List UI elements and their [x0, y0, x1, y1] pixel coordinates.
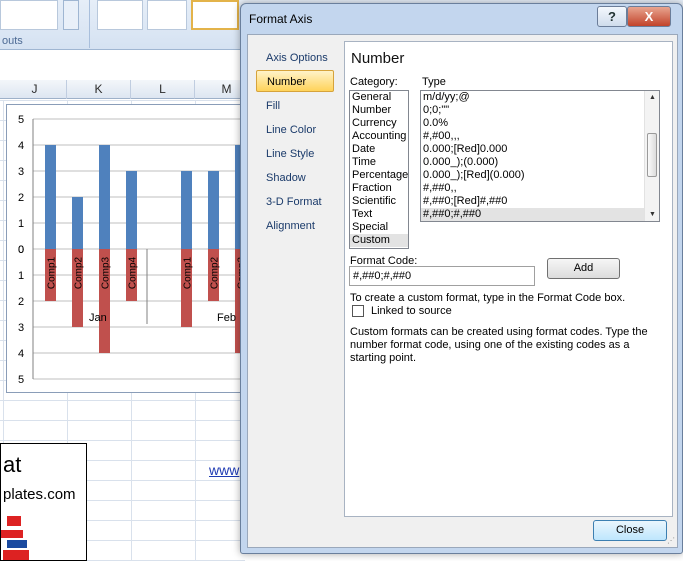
chart-layout-thumb[interactable] — [0, 0, 58, 30]
close-button[interactable]: Close — [593, 520, 667, 541]
type-item[interactable]: 0.000_);[Red](0.000) — [421, 169, 659, 182]
format-axis-dialog: Format Axis ? X Axis Options Number Fill… — [240, 3, 683, 554]
category-item[interactable]: Scientific — [350, 195, 408, 208]
nav-axis-options[interactable]: Axis Options — [256, 47, 334, 69]
type-item[interactable]: 0.000;[Red]0.000 — [421, 143, 659, 156]
nav-number[interactable]: Number — [256, 70, 334, 92]
bar-top — [72, 197, 83, 249]
nav-line-color[interactable]: Line Color — [256, 119, 334, 141]
ribbon-separator — [89, 0, 90, 48]
category-item[interactable]: Date — [350, 143, 408, 156]
y-tick-label: 3 — [18, 166, 24, 178]
custom-format-hint: Custom formats can be created using form… — [350, 326, 648, 364]
column-headers: J K L M — [0, 80, 259, 99]
y-tick-label: 3 — [18, 322, 24, 334]
website-link[interactable]: www — [209, 462, 239, 478]
type-item[interactable]: 0.000_);(0.000) — [421, 156, 659, 169]
chart-style-thumb[interactable] — [97, 0, 143, 30]
dialog-panel: Axis Options Number Fill Line Color Line… — [247, 34, 678, 548]
ribbon-group-label: outs — [2, 35, 23, 47]
y-tick-label: 2 — [18, 192, 24, 204]
category-label: Comp3 — [101, 256, 112, 289]
type-list[interactable]: m/d/yy;@ 0;0;"" 0.0% #,#00,,, 0.000;[Red… — [420, 90, 660, 222]
type-item[interactable]: #,#00,,, — [421, 130, 659, 143]
logo-icon — [1, 516, 29, 560]
type-item[interactable]: m/d/yy;@ — [421, 91, 659, 104]
category-label: Category: — [350, 76, 398, 88]
category-item-selected[interactable]: Custom — [350, 234, 408, 247]
template-subtitle: plates.com — [3, 486, 76, 503]
dialog-title: Format Axis — [249, 12, 313, 26]
linked-to-source-checkbox[interactable] — [352, 305, 364, 317]
nav-3d-format[interactable]: 3-D Format — [256, 191, 334, 213]
scroll-up-arrow-icon[interactable]: ▲ — [649, 94, 656, 101]
group-label: Jan — [89, 312, 107, 324]
category-label: Comp2 — [210, 256, 221, 289]
category-label: Comp1 — [183, 256, 194, 289]
type-item-selected[interactable]: #,##0;#,##0 — [421, 208, 659, 221]
category-label: Comp2 — [74, 256, 85, 289]
bar-top — [45, 145, 56, 249]
category-item[interactable]: Accounting — [350, 130, 408, 143]
nav-line-style[interactable]: Line Style — [256, 143, 334, 165]
column-header[interactable]: J — [3, 80, 67, 99]
category-label: Comp1 — [47, 256, 58, 289]
chart-style-thumb[interactable] — [147, 0, 187, 30]
nav-shadow[interactable]: Shadow — [256, 167, 334, 189]
category-item[interactable]: Special — [350, 221, 408, 234]
category-item[interactable]: Time — [350, 156, 408, 169]
scroll-down-arrow-icon[interactable]: ▼ — [649, 211, 656, 218]
type-label: Type — [422, 76, 446, 88]
y-tick-label: 4 — [18, 348, 24, 360]
linked-to-source-label[interactable]: Linked to source — [371, 305, 452, 317]
type-item[interactable]: #,##0,, — [421, 182, 659, 195]
ribbon-gallery-scroll[interactable] — [63, 0, 79, 30]
category-item[interactable]: Percentage — [350, 169, 408, 182]
category-item[interactable]: Text — [350, 208, 408, 221]
type-list-scrollbar[interactable]: ▲ ▼ — [644, 91, 659, 221]
category-list[interactable]: General Number Currency Accounting Date … — [349, 90, 409, 249]
category-item[interactable]: General — [350, 91, 408, 104]
type-item[interactable]: #,##0;[Red]#,##0 — [421, 195, 659, 208]
group-label: Feb — [217, 312, 236, 324]
y-tick-label: 5 — [18, 114, 24, 126]
format-code-hint: To create a custom format, type in the F… — [350, 292, 626, 304]
y-tick-label: 1 — [18, 218, 24, 230]
category-item[interactable]: Number — [350, 104, 408, 117]
y-tick-label: 5 — [18, 374, 24, 386]
column-header[interactable]: K — [67, 80, 131, 99]
help-icon[interactable]: ? — [597, 6, 627, 27]
y-tick-label: 4 — [18, 140, 24, 152]
chart-style-thumb-selected[interactable] — [191, 0, 239, 30]
nav-fill[interactable]: Fill — [256, 95, 334, 117]
y-tick-label: 1 — [18, 270, 24, 282]
column-header[interactable]: L — [131, 80, 195, 99]
category-item[interactable]: Currency — [350, 117, 408, 130]
y-tick-label: 2 — [18, 296, 24, 308]
number-pane: Number Category: Type General Number Cur… — [344, 41, 673, 517]
type-item[interactable]: 0.0% — [421, 117, 659, 130]
dialog-nav: Axis Options Number Fill Line Color Line… — [256, 43, 338, 253]
category-item[interactable]: Fraction — [350, 182, 408, 195]
template-box: at plates.com — [0, 443, 87, 561]
embedded-chart[interactable]: 5 4 3 2 1 0 0 1 2 3 4 5 Comp1 Comp2 Comp3 Comp4 Comp1 Com… — [6, 104, 251, 393]
category-label: Comp4 — [128, 256, 139, 289]
format-code-input[interactable] — [349, 266, 535, 286]
chart-svg: 543210012345Comp1 Comp2 Comp3 Comp4 Comp1 Com… — [18, 114, 251, 386]
resize-grip-icon[interactable]: ⋰ — [667, 536, 675, 545]
bar-top — [126, 171, 137, 249]
close-icon[interactable]: X — [627, 6, 671, 27]
type-item[interactable]: 0;0;"" — [421, 104, 659, 117]
bar-top — [181, 171, 192, 249]
scroll-thumb[interactable] — [647, 133, 657, 177]
add-button[interactable]: Add — [547, 258, 620, 279]
bar-top — [99, 145, 110, 249]
y-tick-label: 0 — [18, 244, 24, 256]
template-title: at — [3, 452, 22, 477]
section-title: Number — [351, 50, 405, 67]
nav-alignment[interactable]: Alignment — [256, 215, 334, 237]
bar-top — [208, 171, 219, 249]
